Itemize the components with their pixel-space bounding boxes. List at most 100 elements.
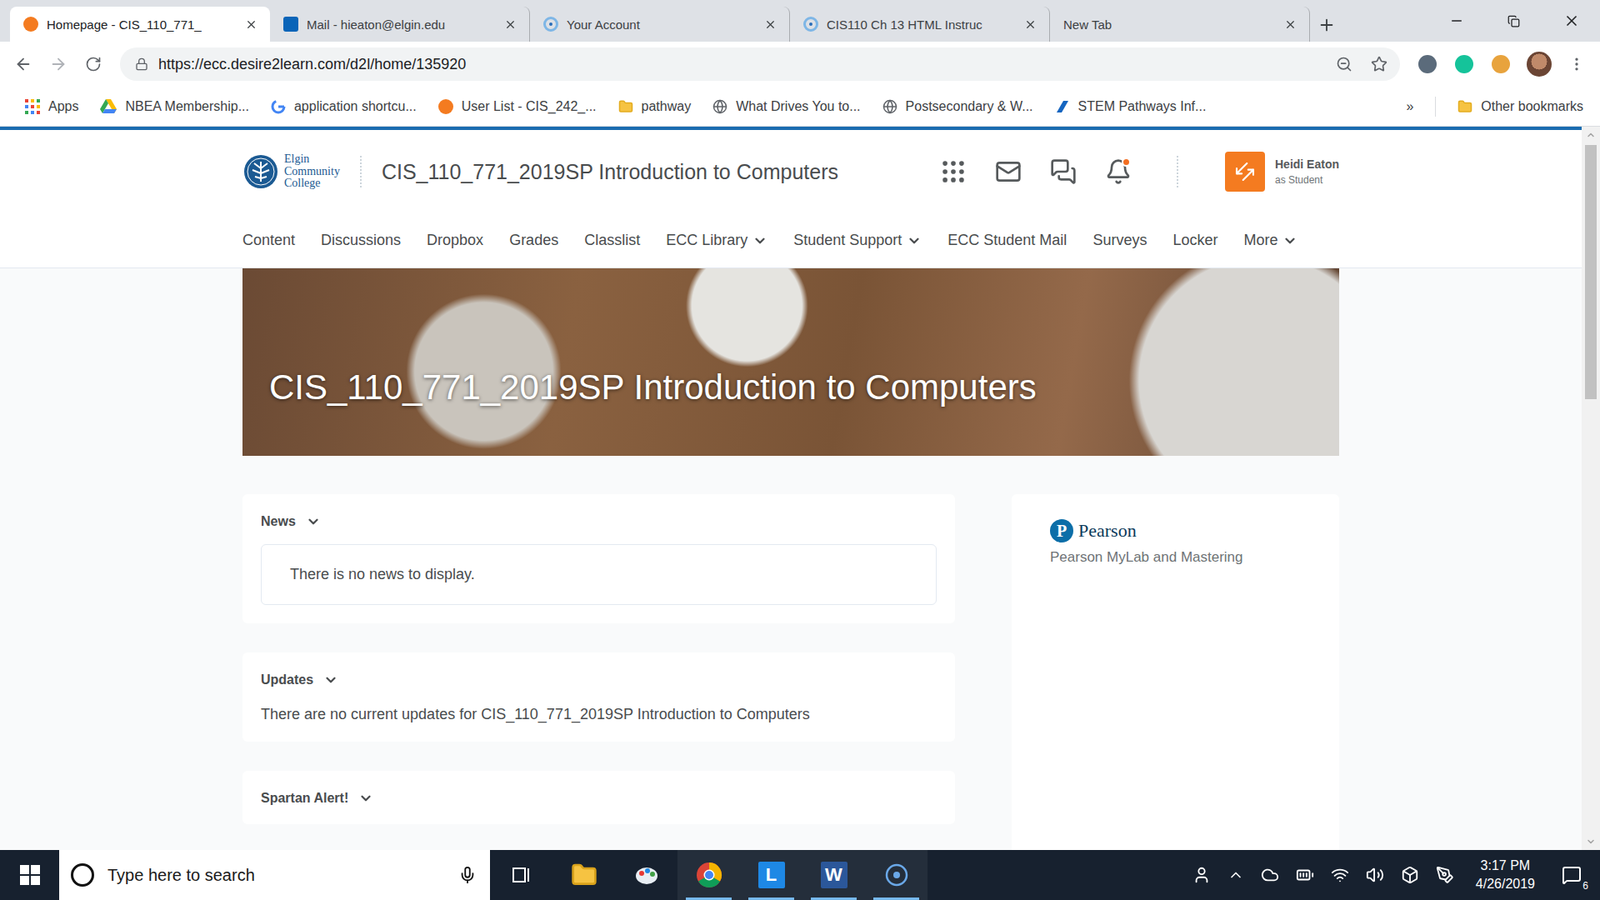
bookmark[interactable]: NBEA Membership... (95, 95, 255, 118)
widget-title[interactable]: Updates (260, 672, 937, 688)
browser-tab[interactable]: Homepage - CIS_110_771_ (10, 6, 270, 42)
address-bar[interactable]: https://ecc.desire2learn.com/d2l/home/13… (120, 47, 1400, 81)
mail-icon (995, 158, 1022, 185)
toolbar: https://ecc.desire2learn.com/d2l/home/13… (0, 41, 1600, 87)
bookmark[interactable]: User List - CIS_242_... (433, 95, 602, 118)
subscriptions-button[interactable] (1046, 155, 1080, 189)
bookmarks-overflow[interactable]: » (1400, 95, 1419, 118)
menu-button[interactable] (1561, 49, 1592, 80)
minimize-icon (1449, 13, 1465, 29)
zoom-button[interactable] (1331, 51, 1357, 77)
tab-label: Homepage - CIS_110_771_ (46, 17, 234, 32)
extension-icon[interactable] (1418, 55, 1437, 74)
taskbar-app[interactable] (490, 850, 553, 900)
close-icon (245, 18, 258, 31)
taskbar-app[interactable]: L (740, 850, 803, 900)
pearson-widget: PPearson Pearson MyLab and Mastering (1011, 494, 1340, 850)
profile-avatar[interactable] (1526, 51, 1552, 77)
d2l-icon (438, 99, 454, 115)
scrollbar[interactable] (1581, 126, 1600, 850)
back-button[interactable] (8, 49, 39, 80)
bookmark[interactable]: application shortcu... (265, 95, 422, 118)
nav-item[interactable]: Student Support (793, 231, 922, 250)
chat-icon (1050, 158, 1077, 185)
reload-icon (85, 55, 102, 73)
nav-item[interactable]: Content (242, 231, 295, 250)
outlook-favicon-icon (283, 16, 299, 32)
course-selector-button[interactable] (936, 155, 970, 189)
browser-tab[interactable]: CIS110 Ch 13 HTML Instruc (790, 6, 1050, 42)
close-window-button[interactable] (1542, 0, 1600, 42)
wifi-icon[interactable] (1330, 865, 1350, 885)
restore-icon (1507, 15, 1520, 28)
tab-close-button[interactable] (760, 15, 780, 34)
alerts-button[interactable] (1101, 155, 1135, 189)
onedrive-icon[interactable] (1260, 865, 1280, 885)
browser-tab[interactable]: Your Account (530, 6, 790, 42)
pen-icon[interactable] (1435, 865, 1455, 885)
bookmark-star-button[interactable] (1366, 51, 1392, 77)
apps-icon (25, 99, 40, 115)
college-logo[interactable]: ElginCommunityCollege (242, 153, 340, 190)
clock[interactable]: 3:17 PM4/26/2019 (1470, 856, 1540, 893)
messages-button[interactable] (991, 155, 1025, 189)
widget-title[interactable]: Spartan Alert! (260, 790, 937, 806)
scroll-thumb[interactable] (1585, 145, 1597, 400)
bookmark[interactable]: STEM Pathways Inf... (1050, 95, 1212, 118)
bookmark[interactable]: Postsecondary & W... (877, 95, 1039, 118)
star-icon (1370, 55, 1388, 73)
nav-item[interactable]: Locker (1172, 231, 1218, 250)
restore-button[interactable] (1485, 0, 1543, 42)
nav-item[interactable]: Discussions (320, 231, 401, 250)
taskbar-app[interactable] (677, 850, 740, 900)
show-hidden-icon[interactable] (1227, 866, 1245, 884)
new-tab-button[interactable] (1310, 8, 1344, 42)
taskbar-app[interactable] (552, 850, 615, 900)
nav-item[interactable]: Dropbox (426, 231, 484, 250)
other-bookmarks[interactable]: Other bookmarks (1452, 95, 1589, 118)
browser-tab[interactable]: Mail - hieaton@elgin.edu (270, 6, 530, 42)
tab-close-button[interactable] (500, 15, 520, 34)
volume-icon[interactable] (1365, 865, 1385, 885)
user-menu[interactable]: Heidi Eatonas Student (1225, 151, 1340, 192)
tab-close-button[interactable] (241, 15, 260, 34)
bookmark[interactable]: What Drives You to... (707, 95, 865, 118)
tab-close-button[interactable] (1280, 15, 1300, 34)
bookmark[interactable]: pathway (613, 95, 697, 118)
pearson-link[interactable]: Pearson MyLab and Mastering (1050, 549, 1301, 566)
bookmark[interactable]: Apps (20, 95, 84, 118)
taskbar-app[interactable] (615, 850, 678, 900)
nav-item[interactable]: Grades (509, 231, 559, 250)
nav-item[interactable]: ECC Student Mail (947, 231, 1067, 250)
taskbar-search[interactable]: Type here to search (59, 850, 490, 900)
extension-icon[interactable] (1491, 55, 1510, 74)
close-icon (504, 18, 517, 31)
zoom-icon (1335, 55, 1353, 73)
start-button[interactable] (0, 850, 60, 900)
minimize-button[interactable] (1427, 0, 1485, 42)
nav-item[interactable]: Surveys (1092, 231, 1147, 250)
reload-button[interactable] (78, 49, 109, 80)
course-title[interactable]: CIS_110_771_2019SP Introduction to Compu… (381, 160, 839, 185)
tab-close-button[interactable] (1020, 15, 1040, 34)
dropbox-icon[interactable] (1400, 865, 1420, 885)
taskbar-app[interactable]: W (802, 850, 865, 900)
plus-icon (1317, 15, 1336, 35)
page-viewport: ElginCommunityCollege CIS_110_771_2019SP … (0, 126, 1600, 850)
action-center-button[interactable]: 6 (1556, 860, 1587, 890)
globe-icon (712, 99, 728, 115)
taskbar-app[interactable] (865, 850, 928, 900)
user-avatar (1225, 151, 1265, 192)
widget-title[interactable]: News (260, 514, 937, 530)
nav-item[interactable]: ECC Library (665, 231, 768, 250)
chevron-down-icon (752, 233, 768, 249)
nav-item[interactable]: Classlist (584, 231, 640, 250)
user-name: Heidi Eaton (1275, 157, 1340, 171)
nav-item[interactable]: More (1243, 231, 1298, 250)
browser-tab[interactable]: New Tab (1050, 6, 1310, 42)
battery-icon[interactable] (1295, 865, 1315, 885)
grammarly-icon[interactable] (1455, 55, 1474, 74)
pearson-logo: PPearson (1050, 519, 1301, 543)
people-icon[interactable] (1192, 865, 1211, 885)
forward-button[interactable] (43, 49, 74, 80)
